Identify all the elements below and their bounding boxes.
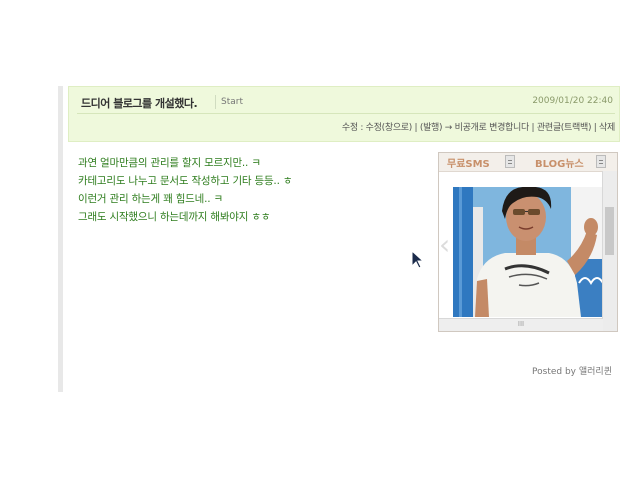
action-separator: | bbox=[529, 123, 537, 133]
document-icon[interactable] bbox=[596, 155, 606, 168]
left-border bbox=[58, 86, 63, 392]
post-body: 과연 얼마만큼의 관리를 할지 모르지만.. ㅋ 카테고리도 나누고 문서도 작… bbox=[78, 154, 293, 226]
tab-free-sms[interactable]: 무료SMS bbox=[447, 155, 490, 170]
post-title[interactable]: 드디어 블로그를 개설했다. bbox=[81, 95, 198, 111]
post-date: 2009/01/20 22:40 bbox=[532, 96, 613, 106]
blog-post: 드디어 블로그를 개설했다. Start 2009/01/20 22:40 수정… bbox=[58, 86, 626, 392]
tab-blog-news[interactable]: BLOG뉴스 bbox=[535, 155, 584, 170]
sidebar-widget: 무료SMS BLOG뉴스 ‹ III bbox=[438, 152, 618, 332]
mouse-cursor-icon bbox=[411, 250, 425, 269]
widget-tabs: 무료SMS BLOG뉴스 bbox=[439, 153, 617, 172]
title-divider bbox=[215, 95, 216, 109]
post-header: 드디어 블로그를 개설했다. Start 2009/01/20 22:40 수정… bbox=[68, 86, 620, 142]
body-line: 과연 얼마만큼의 관리를 할지 모르지만.. ㅋ bbox=[78, 157, 261, 169]
post-actions: 수정 : 수정(창으로) | (발행) → 비공개로 변경합니다 | 관련글(트… bbox=[342, 120, 615, 133]
person-photo[interactable] bbox=[453, 187, 603, 317]
body-line: 이런거 관리 하는게 꽤 힘드네.. ㅋ bbox=[78, 193, 223, 205]
vertical-scrollbar[interactable] bbox=[602, 171, 617, 331]
body-line: 카테고리도 나누고 문서도 작성하고 기타 등등.. ㅎ bbox=[78, 175, 293, 187]
trackback-link[interactable]: 관련글(트랙백) bbox=[537, 123, 592, 133]
publish-toggle-link[interactable]: (발행) → 비공개로 변경합니다 bbox=[420, 123, 529, 133]
scrollbar-thumb[interactable] bbox=[605, 207, 614, 255]
prev-arrow-icon[interactable]: ‹ bbox=[439, 231, 450, 259]
action-separator: | bbox=[412, 123, 420, 133]
action-separator: | bbox=[591, 123, 600, 133]
header-divider bbox=[77, 113, 615, 114]
body-line: 그래도 시작했으니 하는데까지 해봐야지 ㅎㅎ bbox=[78, 211, 271, 223]
horizontal-scrollbar[interactable]: III bbox=[439, 318, 603, 331]
edit-label: 수정 : bbox=[341, 123, 366, 133]
document-icon[interactable] bbox=[505, 155, 515, 168]
delete-link[interactable]: 삭제 bbox=[599, 123, 615, 133]
posted-by[interactable]: Posted by 앨러리퀸 bbox=[532, 364, 612, 377]
post-category[interactable]: Start bbox=[221, 97, 243, 107]
edit-window-link[interactable]: 수정(창으로) bbox=[366, 123, 413, 133]
